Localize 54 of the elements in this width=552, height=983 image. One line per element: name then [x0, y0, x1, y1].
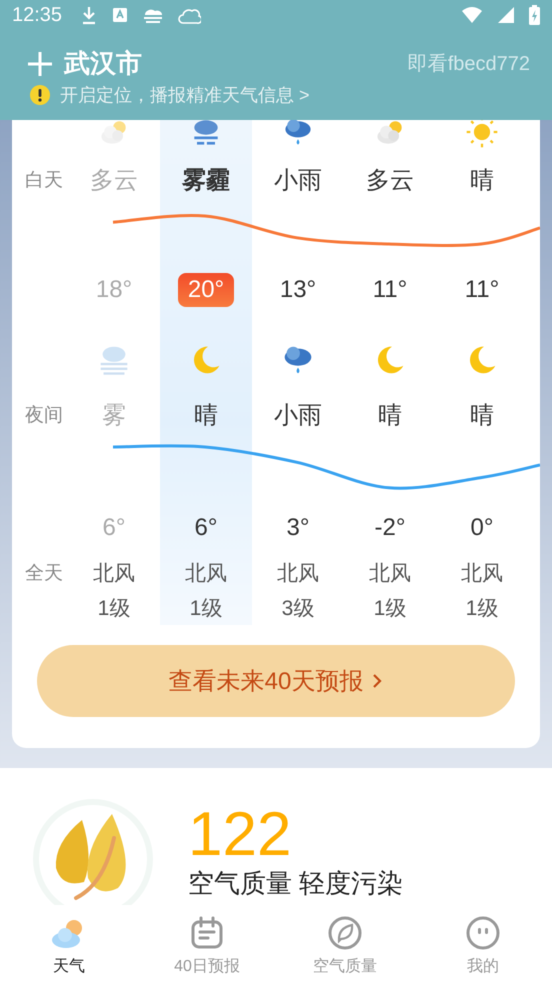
wind-level: 1级 [466, 596, 498, 622]
high-temperature-badge: 20° [178, 273, 234, 307]
low-temperature: 0° [470, 514, 494, 542]
low-temperature: -2° [374, 514, 406, 542]
high-temperature: 13° [280, 276, 316, 304]
forecast-40-day-button[interactable]: 查看未来40天预报 [37, 645, 515, 717]
add-icon[interactable] [26, 50, 54, 78]
high-temperature: 11° [372, 276, 408, 304]
day-condition: 晴 [470, 166, 494, 196]
night-condition: 小雨 [274, 401, 322, 431]
face-icon [466, 916, 500, 950]
wifi-icon [461, 6, 483, 24]
device-id-label: 即看fbecd772 [408, 52, 530, 77]
keyboard-icon [112, 7, 128, 23]
wind-level: 1级 [190, 596, 222, 622]
all-day-row-label: 全天 [24, 562, 64, 586]
day-condition: 雾霾 [182, 166, 230, 196]
night-condition: 晴 [470, 401, 494, 431]
nav-tab[interactable]: 我的 [414, 905, 552, 983]
aqi-status: 空气质量 轻度污染 [188, 868, 404, 898]
battery-icon [529, 5, 540, 25]
wind-level: 1级 [98, 596, 130, 622]
wind-direction: 北风 [461, 560, 503, 586]
day-row-label: 白天 [24, 169, 64, 193]
night-condition: 晴 [378, 401, 402, 431]
aqi-value: 122 [188, 804, 292, 866]
status-time: 12:35 [12, 4, 62, 26]
low-temperature: 3° [286, 514, 310, 542]
wind-direction: 北风 [93, 560, 135, 586]
night-condition: 晴 [194, 401, 218, 431]
location-prompt-link[interactable]: 开启定位，播报精准天气信息 > [60, 83, 310, 107]
day-condition: 多云 [366, 166, 414, 196]
high-temperature: 11° [464, 276, 500, 304]
calendar-icon [190, 916, 224, 950]
wind-direction: 北风 [369, 560, 411, 586]
warning-icon [30, 85, 50, 105]
signal-icon [497, 6, 515, 24]
city-name[interactable]: 武汉市 [64, 46, 142, 81]
day-condition: 小雨 [274, 166, 322, 196]
wind-level: 1级 [374, 596, 406, 622]
wind-direction: 北风 [277, 560, 319, 586]
day-condition: 多云 [90, 166, 138, 196]
leaf-icon [328, 916, 362, 950]
low-temperature: 6° [194, 514, 218, 542]
wind-level: 3级 [282, 596, 314, 622]
nav-tab[interactable]: 天气 [0, 905, 138, 983]
nav-tab[interactable]: 40日预报 [138, 905, 276, 983]
night-row-label: 夜间 [24, 404, 64, 428]
nav-tab[interactable]: 空气质量 [276, 905, 414, 983]
wind-direction: 北风 [185, 560, 227, 586]
night-condition: 雾 [102, 401, 126, 431]
sun-icon [464, 120, 500, 150]
high-temperature: 18° [96, 276, 132, 304]
low-temperature: 6° [102, 514, 126, 542]
